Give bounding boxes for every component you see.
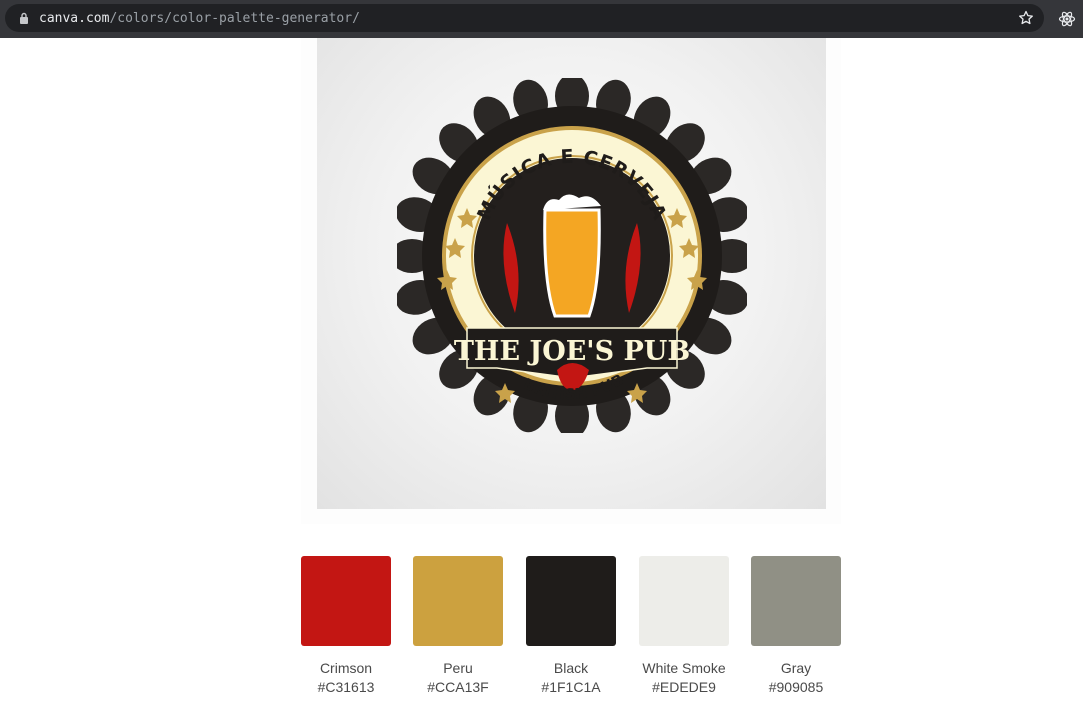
color-hex[interactable]: #1F1C1A (526, 679, 616, 695)
color-hex[interactable]: #909085 (751, 679, 841, 695)
star-icon[interactable] (1018, 10, 1034, 26)
color-hex[interactable]: #CCA13F (413, 679, 503, 695)
color-name: White Smoke (642, 660, 726, 676)
swatch-white-smoke[interactable]: White Smoke #EDEDE9 (639, 556, 729, 695)
url-path: /colors/color-palette-generator/ (109, 10, 360, 26)
color-hex[interactable]: #C31613 (301, 679, 391, 695)
swatch-gray[interactable]: Gray #909085 (751, 556, 841, 695)
uploaded-image: THE JOE'S PUB MÚSICA E CERVEJA BRITISH P… (317, 38, 826, 509)
swatch-crimson[interactable]: Crimson #C31613 (301, 556, 391, 695)
swatch-black[interactable]: Black #1F1C1A (526, 556, 616, 695)
atom-extension-icon[interactable] (1058, 10, 1076, 28)
color-name: Gray (780, 660, 812, 676)
color-name: Crimson (319, 660, 373, 676)
color-name: Peru (443, 660, 473, 676)
url-domain: canva.com (39, 10, 110, 26)
uploaded-image-card: THE JOE'S PUB MÚSICA E CERVEJA BRITISH P… (301, 38, 841, 524)
lock-icon[interactable] (17, 11, 31, 25)
color-hex[interactable]: #EDEDE9 (639, 679, 729, 695)
address-bar[interactable]: canva.com/colors/color-palette-generator… (5, 4, 1044, 32)
color-name: Black (553, 660, 589, 676)
browser-toolbar: canva.com/colors/color-palette-generator… (0, 0, 1083, 38)
url-text[interactable]: canva.com/colors/color-palette-generator… (39, 11, 360, 26)
color-chip[interactable] (301, 556, 391, 646)
color-chip[interactable] (526, 556, 616, 646)
color-chip[interactable] (639, 556, 729, 646)
pub-logo: THE JOE'S PUB MÚSICA E CERVEJA BRITISH P… (397, 78, 747, 433)
logo-title: THE JOE'S PUB (454, 336, 690, 367)
color-chip[interactable] (751, 556, 841, 646)
swatch-peru[interactable]: Peru #CCA13F (413, 556, 503, 695)
palette-swatches: Crimson #C31613 Peru #CCA13F Black #1F1C… (301, 556, 861, 706)
color-chip[interactable] (413, 556, 503, 646)
